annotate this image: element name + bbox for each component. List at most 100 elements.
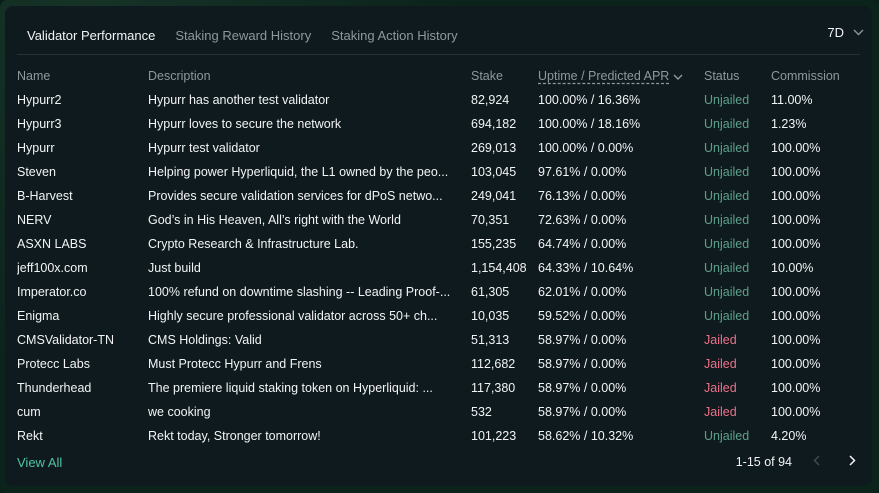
cell-uptime-apr: 62.01% / 0.00% — [538, 285, 627, 299]
cell-uptime-apr: 100.00% / 0.00% — [538, 141, 634, 155]
cell-description: Must Protecc Hypurr and Frens — [148, 357, 322, 371]
chevron-down-icon — [853, 29, 864, 36]
cell-status: Unjailed — [704, 93, 750, 107]
cell-description: Hypurr test validator — [148, 141, 260, 155]
next-page-button[interactable] — [840, 453, 864, 471]
validator-panel: Validator Performance Staking Reward His… — [5, 6, 872, 486]
cell-name: Hypurr — [17, 141, 55, 155]
cell-commission: 100.00% — [771, 357, 821, 371]
validator-table: Name Description Stake Uptime / Predicte… — [17, 64, 865, 448]
cell-status: Unjailed — [704, 261, 750, 275]
tab-staking-action-history[interactable]: Staking Action History — [321, 20, 467, 54]
chevron-left-icon — [812, 455, 820, 469]
cell-stake: 532 — [471, 405, 492, 419]
cell-description: Just build — [148, 261, 201, 275]
cell-name: Rekt — [17, 429, 43, 443]
cell-name: Hypurr3 — [17, 117, 62, 131]
cell-commission: 100.00% — [771, 285, 821, 299]
sort-chevron-down-icon — [673, 69, 683, 83]
cell-description: we cooking — [148, 405, 211, 419]
cell-uptime-apr: 64.33% / 10.64% — [538, 261, 634, 275]
cell-uptime-apr: 58.97% / 0.00% — [538, 381, 627, 395]
cell-description: Hypurr loves to secure the network — [148, 117, 342, 131]
cell-name: Hypurr2 — [17, 93, 62, 107]
column-header-description[interactable]: Description — [148, 64, 471, 88]
cell-description: God’s in His Heaven, All’s right with th… — [148, 213, 401, 227]
period-value: 7D — [827, 25, 844, 40]
cell-description: Hypurr has another test validator — [148, 93, 330, 107]
table-row[interactable]: Rekt Rekt today, Stronger tomorrow! 101,22… — [17, 424, 865, 448]
cell-uptime-apr: 59.52% / 0.00% — [538, 309, 627, 323]
table-row[interactable]: Enigma Highly secure professional validat… — [17, 304, 865, 328]
cell-stake: 249,041 — [471, 189, 517, 203]
cell-name: CMSValidator-TN — [17, 333, 115, 347]
view-all-link[interactable]: View All — [17, 455, 62, 470]
cell-description: 100% refund on downtime slashing -- Lead… — [148, 285, 451, 299]
column-header-uptime-apr[interactable]: Uptime / Predicted APR — [538, 64, 704, 88]
chevron-right-icon — [848, 455, 856, 469]
cell-commission: 100.00% — [771, 189, 821, 203]
tab-validator-performance[interactable]: Validator Performance — [17, 20, 166, 55]
cell-stake: 155,235 — [471, 237, 517, 251]
cell-uptime-apr: 64.74% / 0.00% — [538, 237, 627, 251]
cell-commission: 1.23% — [771, 117, 807, 131]
cell-description: The premiere liquid staking token on Hyp… — [148, 381, 433, 395]
cell-stake: 1,154,408 — [471, 261, 527, 275]
cell-commission: 11.00% — [771, 93, 813, 107]
cell-description: Highly secure professional validator acr… — [148, 309, 438, 323]
cell-uptime-apr: 72.63% / 0.00% — [538, 213, 627, 227]
table-row[interactable]: Hypurr2 Hypurr has another test validator… — [17, 88, 865, 112]
page-info: 1-15 of 94 — [735, 455, 792, 469]
cell-commission: 4.20% — [771, 429, 807, 443]
cell-name: Imperator.co — [17, 285, 87, 299]
column-header-commission[interactable]: Commission — [771, 64, 865, 88]
cell-uptime-apr: 58.97% / 0.00% — [538, 405, 627, 419]
cell-status: Unjailed — [704, 285, 750, 299]
cell-status: Jailed — [704, 333, 737, 347]
cell-status: Unjailed — [704, 117, 750, 131]
cell-uptime-apr: 100.00% / 16.36% — [538, 93, 641, 107]
table-row[interactable]: jeff100x.com Just build 1,154,408 64.33% / … — [17, 256, 865, 280]
cell-commission: 100.00% — [771, 141, 821, 155]
cell-status: Unjailed — [704, 213, 750, 227]
cell-stake: 70,351 — [471, 213, 510, 227]
tab-staking-reward-history[interactable]: Staking Reward History — [165, 20, 321, 54]
cell-commission: 100.00% — [771, 381, 821, 395]
cell-stake: 269,013 — [471, 141, 517, 155]
cell-name: ASXN LABS — [17, 237, 87, 251]
tabs-divider — [17, 54, 860, 55]
table-row[interactable]: B-Harvest Provides secure validation serv… — [17, 184, 865, 208]
cell-commission: 100.00% — [771, 237, 821, 251]
table-row[interactable]: NERV God’s in His Heaven, All’s right wit… — [17, 208, 865, 232]
cell-status: Unjailed — [704, 189, 750, 203]
period-select[interactable]: 7D — [827, 25, 864, 40]
table-row[interactable]: cum we cooking 532 58.97% / 0.00% Jailed 100.… — [17, 400, 865, 424]
cell-commission: 100.00% — [771, 405, 821, 419]
cell-description: Helping power Hyperliquid, the L1 owned … — [148, 165, 449, 179]
table-row[interactable]: ASXN LABS Crypto Research & Infrastructur… — [17, 232, 865, 256]
pagination: 1-15 of 94 — [736, 453, 864, 471]
table-row[interactable]: CMSValidator-TN CMS Holdings: Valid 51,313… — [17, 328, 865, 352]
cell-status: Unjailed — [704, 309, 750, 323]
cell-description: Crypto Research & Infrastructure Lab. — [148, 237, 359, 251]
column-header-status[interactable]: Status — [704, 64, 771, 88]
table-row[interactable]: Hypurr3 Hypurr loves to secure the networ… — [17, 112, 865, 136]
cell-uptime-apr: 97.61% / 0.00% — [538, 165, 627, 179]
cell-uptime-apr: 100.00% / 18.16% — [538, 117, 641, 131]
cell-stake: 101,223 — [471, 429, 517, 443]
table-row[interactable]: Protecc Labs Must Protecc Hypurr and Fren… — [17, 352, 865, 376]
cell-name: Steven — [17, 165, 56, 179]
column-header-stake[interactable]: Stake — [471, 64, 538, 88]
table-row[interactable]: Thunderhead The premiere liquid staking t… — [17, 376, 865, 400]
table-row[interactable]: Imperator.co 100% refund on downtime slas… — [17, 280, 865, 304]
tab-bar: Validator Performance Staking Reward His… — [17, 20, 468, 55]
cell-name: Thunderhead — [17, 381, 92, 395]
prev-page-button[interactable] — [804, 453, 828, 471]
table-row[interactable]: Hypurr Hypurr test validator 269,013 100.00… — [17, 136, 865, 160]
column-header-name[interactable]: Name — [17, 64, 148, 88]
table-row[interactable]: Steven Helping power Hyperliquid, the L1 … — [17, 160, 865, 184]
cell-commission: 100.00% — [771, 165, 821, 179]
cell-name: Protecc Labs — [17, 357, 90, 371]
cell-description: CMS Holdings: Valid — [148, 333, 262, 347]
cell-stake: 61,305 — [471, 285, 510, 299]
